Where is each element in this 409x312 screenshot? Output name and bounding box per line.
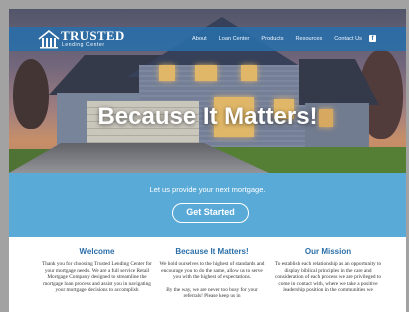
get-started-button[interactable]: Get Started xyxy=(172,203,249,223)
hero-section: TRUSTED Lending Center About Loan Center… xyxy=(9,9,406,173)
column-our-mission: Our Mission To establish each relationsh… xyxy=(273,247,383,294)
cta-band: Let us provide your next mortgage. Get S… xyxy=(9,173,406,237)
column-because-it-matters: Because It Matters! We hold ourselves to… xyxy=(157,247,267,300)
intro-columns: Welcome Thank you for choosing Trusted L… xyxy=(9,237,406,312)
facebook-icon[interactable]: f xyxy=(369,35,376,42)
column-title: Our Mission xyxy=(304,247,352,256)
nav-link-products[interactable]: Products xyxy=(261,36,283,42)
column-text: To establish each relationship as an opp… xyxy=(274,261,382,294)
column-title: Because It Matters! xyxy=(175,247,249,256)
column-text: We hold ourselves to the highest of stan… xyxy=(159,261,265,281)
nav-link-about[interactable]: About xyxy=(192,36,207,42)
column-text: Thank you for choosing Trusted Lending C… xyxy=(42,261,152,294)
top-nav: TRUSTED Lending Center About Loan Center… xyxy=(9,27,406,51)
nav-link-loan-center[interactable]: Loan Center xyxy=(219,36,250,42)
nav-link-contact-us[interactable]: Contact Us xyxy=(334,36,362,42)
logo-title[interactable]: TRUSTED xyxy=(61,29,125,42)
nav-link-resources[interactable]: Resources xyxy=(296,36,323,42)
column-welcome: Welcome Thank you for choosing Trusted L… xyxy=(42,247,152,294)
band-tagline: Let us provide your next mortgage. xyxy=(149,185,266,194)
logo-house-icon[interactable] xyxy=(38,29,60,49)
column-title: Welcome xyxy=(79,247,115,256)
nav-links: About Loan Center Products Resources Con… xyxy=(192,27,362,51)
column-text: By the way, we are never too busy for yo… xyxy=(166,286,258,300)
logo-subtitle: Lending Center xyxy=(62,42,105,48)
hero-headline: Because It Matters! xyxy=(97,103,318,130)
browser-frame: TRUSTED Lending Center About Loan Center… xyxy=(9,9,406,312)
